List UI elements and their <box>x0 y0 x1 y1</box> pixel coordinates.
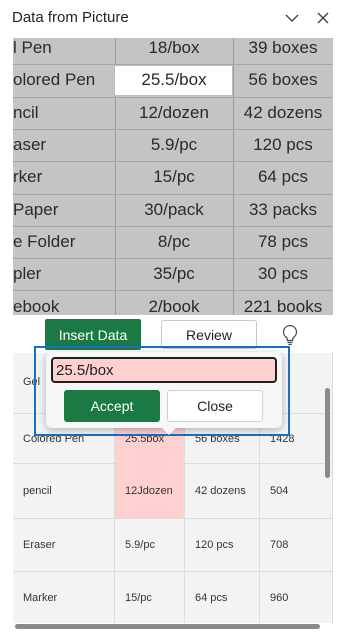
picture-cell: pler <box>13 264 42 284</box>
table-cell[interactable]: Eraser <box>13 519 115 572</box>
picture-cell: 5.9/pc <box>150 135 198 155</box>
table-row[interactable]: pencil 12Jdozen 42 dozens 504 <box>13 464 333 519</box>
picture-cell: 25.5/box <box>141 70 207 90</box>
captured-picture: l Pen 18/box 39 boxes olored Pen 25.5/box 56 … <box>13 38 333 315</box>
table-cell[interactable]: Marker <box>13 572 115 623</box>
picture-cell: 8/pc <box>157 231 191 251</box>
close-icon <box>317 12 329 24</box>
picture-cell: 39 boxes <box>248 38 318 58</box>
close-button[interactable]: Close <box>167 390 263 422</box>
picture-cell: 64 pcs <box>257 167 309 187</box>
table-cell[interactable]: 120 pcs <box>185 519 260 572</box>
picture-row: ebook 2/book 221 books <box>13 290 333 315</box>
picture-cell: aser <box>13 135 47 155</box>
picture-cell: olored Pen <box>13 70 96 90</box>
picture-cell: 33 packs <box>248 199 318 219</box>
action-bar: Insert Data Review <box>13 315 333 353</box>
picture-cell: 15/pc <box>153 167 195 187</box>
picture-row: olored Pen 25.5/box 56 boxes <box>13 64 333 96</box>
picture-cell: rker <box>13 167 43 187</box>
close-pane-button[interactable] <box>313 8 333 28</box>
table-cell-error[interactable]: 12Jdozen <box>115 464 185 519</box>
picture-row: rker 15/pc 64 pcs <box>13 161 333 193</box>
picture-cell: 18/box <box>148 38 200 58</box>
picture-cell: 35/pc <box>153 264 195 284</box>
table-row[interactable]: Marker 15/pc 64 pcs 960 <box>13 572 333 623</box>
picture-cell: 12/dozen <box>139 102 209 122</box>
popup-pointer <box>162 428 176 435</box>
table-cell[interactable]: pencil <box>13 464 115 519</box>
table-row[interactable]: Eraser 5.9/pc 120 pcs 708 <box>13 519 333 572</box>
pane-title: Data from Picture <box>12 9 129 26</box>
table-cell[interactable]: 708 <box>260 519 333 572</box>
picture-row: aser 5.9/pc 120 pcs <box>13 129 333 161</box>
picture-cell: 78 pcs <box>257 231 309 251</box>
edit-cell-popup: Accept Close <box>46 352 282 435</box>
picture-cell: Paper <box>13 199 59 219</box>
picture-row: l Pen 18/box 39 boxes <box>13 38 333 64</box>
insert-data-button[interactable]: Insert Data <box>45 319 141 350</box>
picture-cell: ncil <box>13 102 39 122</box>
picture-row: e Folder 8/pc 78 pcs <box>13 226 333 258</box>
accept-button[interactable]: Accept <box>64 390 160 422</box>
table-cell[interactable]: 504 <box>260 464 333 519</box>
picture-cell: 30 pcs <box>257 264 309 284</box>
picture-row: ncil 12/dozen 42 dozens <box>13 97 333 129</box>
table-cell[interactable]: 42 dozens <box>185 464 260 519</box>
pane-header: Data from Picture <box>0 0 345 38</box>
cell-value-input[interactable] <box>51 357 277 383</box>
picture-cell: e Folder <box>13 231 76 251</box>
picture-cell: 2/book <box>148 296 200 315</box>
horizontal-scrollbar[interactable] <box>15 624 320 629</box>
table-cell[interactable]: 15/pc <box>115 572 185 623</box>
picture-cell: 42 dozens <box>243 102 323 122</box>
picture-cell: 56 boxes <box>248 70 318 90</box>
picture-cell: 221 books <box>243 296 323 315</box>
picture-cell: 30/pack <box>144 199 204 219</box>
picture-row: pler 35/pc 30 pcs <box>13 258 333 290</box>
lightbulb-icon[interactable] <box>281 324 299 346</box>
vertical-scrollbar[interactable] <box>325 388 330 478</box>
table-cell[interactable]: 960 <box>260 572 333 623</box>
chevron-down-icon <box>285 14 299 22</box>
picture-row: Paper 30/pack 33 packs <box>13 194 333 226</box>
table-cell[interactable]: 64 pcs <box>185 572 260 623</box>
picture-cell: l Pen <box>13 38 52 58</box>
picture-cell: ebook <box>13 296 60 315</box>
table-cell[interactable]: 5.9/pc <box>115 519 185 572</box>
review-button[interactable]: Review <box>161 320 257 349</box>
collapse-button[interactable] <box>282 8 302 28</box>
picture-cell: 120 pcs <box>253 135 313 155</box>
